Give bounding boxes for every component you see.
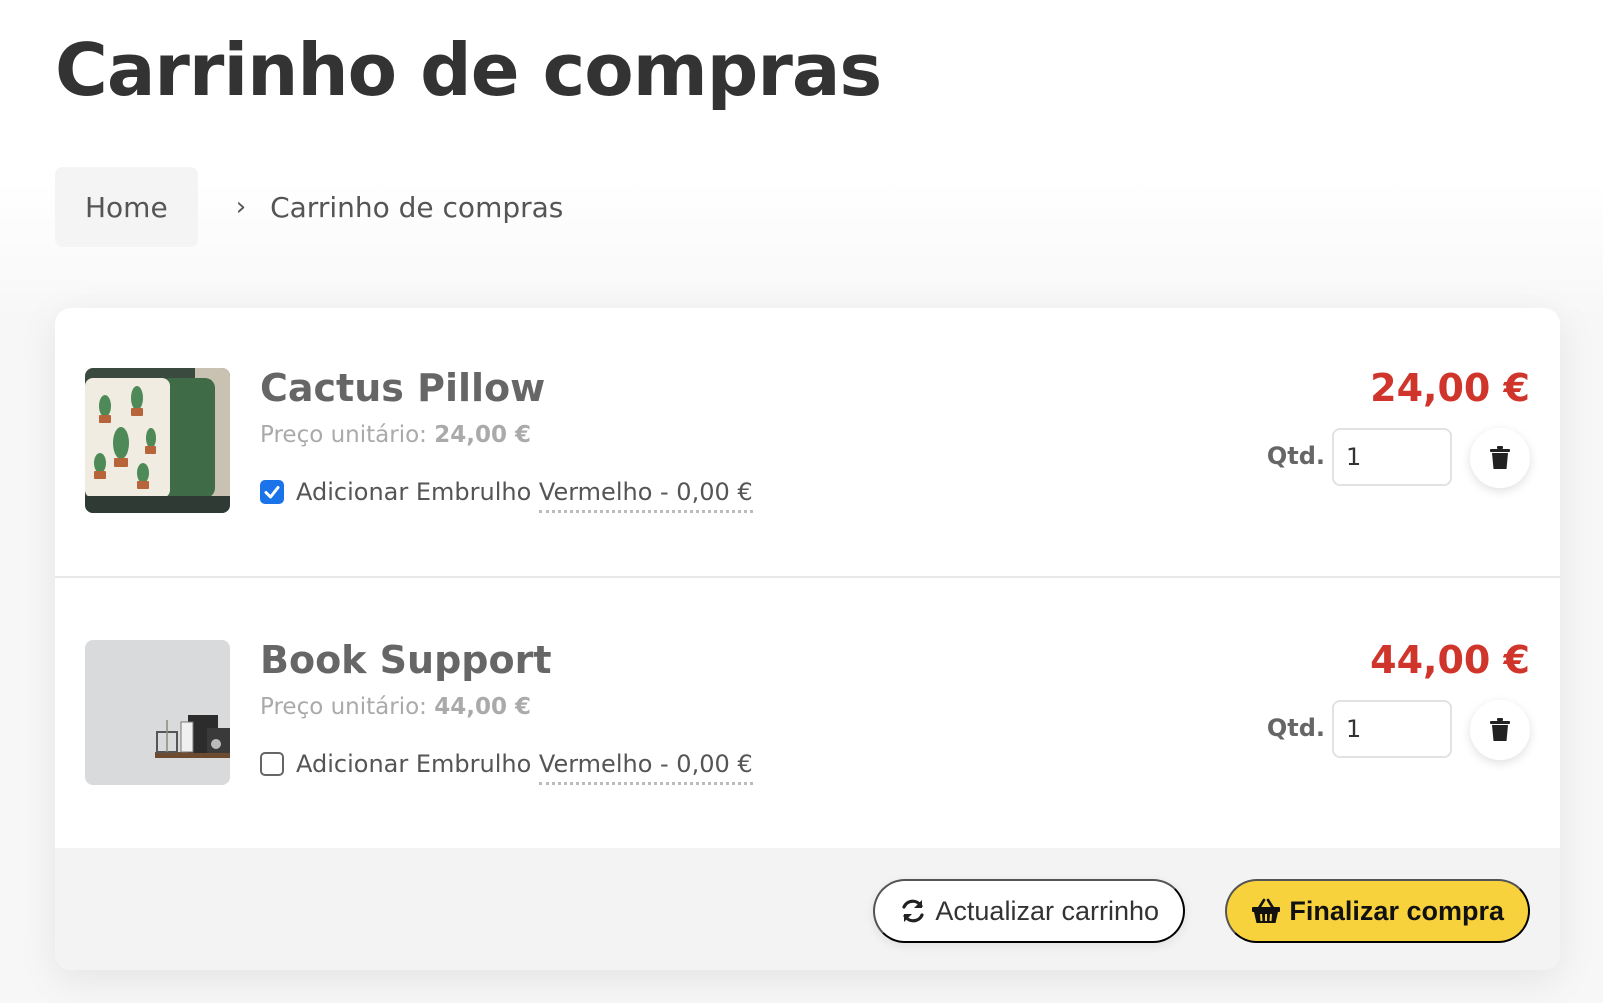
checkmark-icon [264, 486, 280, 499]
gift-wrap-color-price[interactable]: Vermelho - 0,00 € [538, 478, 753, 513]
cart-item: Book Support Preço unitário: 44,00 € Adi… [55, 580, 1560, 850]
refresh-icon [902, 899, 925, 923]
gift-wrap-label[interactable]: Adicionar Embrulho Vermelho - 0,00 € [296, 478, 753, 513]
unit-price-value: 44,00 € [434, 694, 531, 720]
gift-wrap-color-price[interactable]: Vermelho - 0,00 € [538, 750, 753, 785]
unit-price-value: 24,00 € [434, 422, 531, 448]
cactus-pillow-photo[interactable] [85, 368, 230, 513]
gift-wrap-label[interactable]: Adicionar Embrulho Vermelho - 0,00 € [296, 750, 753, 785]
book-support-photo[interactable] [85, 640, 230, 785]
quantity-input[interactable] [1332, 700, 1452, 758]
breadcrumb: Home › Carrinho de compras [55, 167, 563, 247]
cart-item: Cactus Pillow Preço unitário: 24,00 € Ad… [55, 308, 1560, 578]
remove-item-button[interactable] [1470, 428, 1530, 488]
gift-wrap-option: Adicionar Embrulho Vermelho - 0,00 € [260, 750, 753, 785]
gift-wrap-checkbox[interactable] [260, 480, 284, 504]
line-total: 24,00 € [1370, 366, 1530, 410]
basket-icon [1252, 898, 1281, 923]
breadcrumb-current: Carrinho de compras [270, 190, 564, 224]
gift-wrap-checkbox[interactable] [260, 752, 284, 776]
remove-item-button[interactable] [1470, 700, 1530, 760]
unit-price: Preço unitário: 44,00 € [260, 694, 531, 720]
item-name[interactable]: Book Support [260, 638, 552, 682]
update-cart-label: Actualizar carrinho [935, 895, 1159, 926]
unit-price-label: Preço unitário: [260, 694, 427, 720]
gift-wrap-label-prefix: Adicionar Embrulho [296, 478, 539, 506]
trash-icon [1490, 446, 1510, 469]
cart-actions: Actualizar carrinho Finalizar compra [55, 848, 1560, 970]
unit-price-label: Preço unitário: [260, 422, 427, 448]
quantity-label: Qtd. [1266, 442, 1325, 470]
gift-wrap-option: Adicionar Embrulho Vermelho - 0,00 € [260, 478, 753, 513]
quantity-input[interactable] [1332, 428, 1452, 486]
trash-icon [1490, 718, 1510, 741]
update-cart-button[interactable]: Actualizar carrinho [873, 879, 1185, 943]
unit-price: Preço unitário: 24,00 € [260, 422, 531, 448]
checkout-label: Finalizar compra [1289, 895, 1504, 926]
checkout-button[interactable]: Finalizar compra [1225, 879, 1530, 943]
breadcrumb-home-link[interactable]: Home [55, 167, 198, 247]
gift-wrap-label-prefix: Adicionar Embrulho [296, 750, 539, 778]
item-name[interactable]: Cactus Pillow [260, 366, 545, 410]
page-title: Carrinho de compras [55, 28, 882, 112]
breadcrumb-separator: › [235, 192, 247, 222]
quantity-label: Qtd. [1266, 714, 1325, 742]
line-total: 44,00 € [1370, 638, 1530, 682]
cart-panel: Cactus Pillow Preço unitário: 24,00 € Ad… [55, 308, 1560, 970]
